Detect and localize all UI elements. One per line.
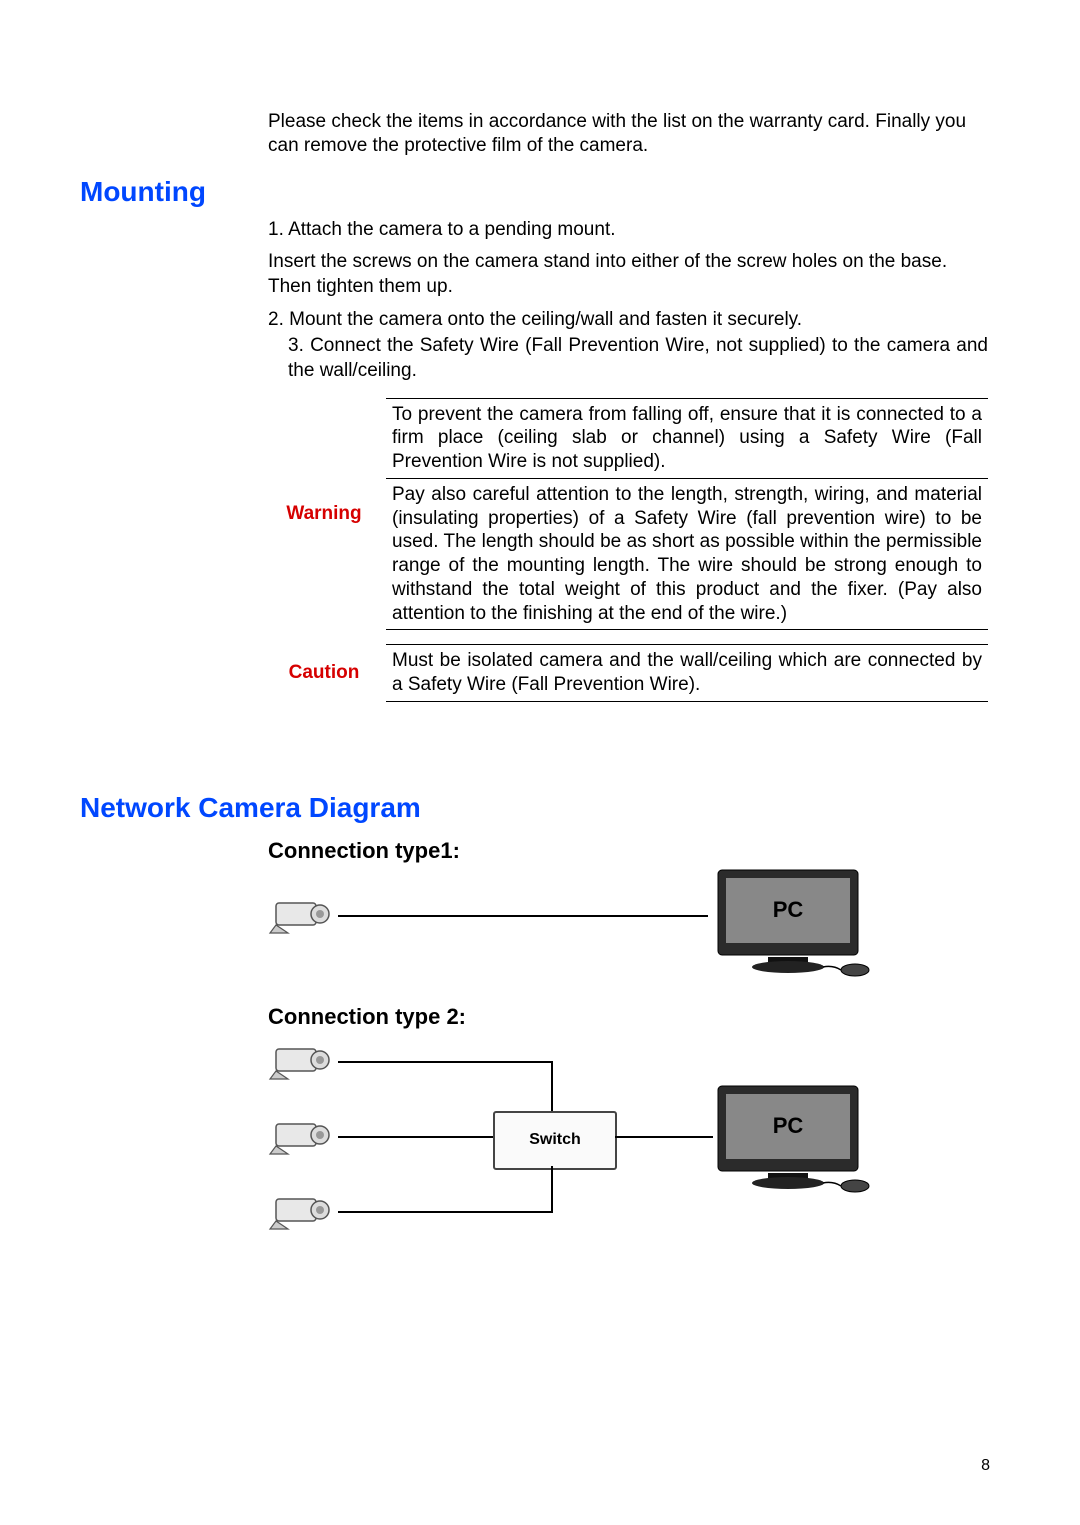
connection-line bbox=[551, 1166, 553, 1213]
mounting-body: 1. Attach the camera to a pending mount.… bbox=[268, 218, 988, 384]
switch-box: Switch bbox=[493, 1111, 617, 1170]
connection-line bbox=[338, 915, 708, 917]
camera-icon bbox=[268, 1116, 338, 1158]
mounting-heading: Mounting bbox=[80, 176, 1000, 208]
caution-row-1: Must be isolated camera and the wall/cei… bbox=[386, 645, 988, 702]
step-1: 1. Attach the camera to a pending mount. bbox=[268, 218, 988, 243]
warning-row-2: Pay also careful attention to the length… bbox=[386, 478, 988, 630]
page-number: 8 bbox=[981, 1457, 990, 1475]
connection-type-2-heading: Connection type 2: bbox=[268, 1004, 1000, 1030]
diagram-type-1: PC bbox=[268, 870, 988, 990]
pc-icon: PC bbox=[713, 1081, 873, 1196]
switch-label: Switch bbox=[529, 1131, 581, 1149]
step-2: 2. Mount the camera onto the ceiling/wal… bbox=[268, 308, 988, 333]
insert-screws-paragraph: Insert the screws on the camera stand in… bbox=[268, 250, 988, 299]
pc-label-text: PC bbox=[773, 1113, 804, 1138]
pc-label-text: PC bbox=[773, 897, 804, 922]
intro-paragraph: Please check the items in accordance wit… bbox=[268, 110, 988, 158]
connection-line bbox=[338, 1136, 493, 1138]
camera-icon bbox=[268, 895, 338, 937]
connection-line bbox=[338, 1061, 553, 1063]
warning-label: Warning bbox=[268, 398, 386, 630]
document-page: Please check the items in accordance wit… bbox=[0, 0, 1080, 1525]
step-3: 3. Connect the Safety Wire (Fall Prevent… bbox=[268, 334, 988, 383]
connection-type-1-heading: Connection type1: bbox=[268, 838, 1000, 864]
diagram-heading: Network Camera Diagram bbox=[80, 792, 1000, 824]
connection-line bbox=[338, 1211, 553, 1213]
connection-line bbox=[615, 1136, 713, 1138]
caution-table: Caution Must be isolated camera and the … bbox=[268, 644, 988, 702]
connection-line bbox=[551, 1061, 553, 1111]
camera-icon bbox=[268, 1041, 338, 1083]
warning-row-1: To prevent the camera from falling off, … bbox=[386, 398, 988, 478]
pc-icon: PC bbox=[713, 865, 873, 980]
warning-table: Warning To prevent the camera from falli… bbox=[268, 398, 988, 631]
diagram-type-2: Switch PC bbox=[268, 1036, 988, 1266]
caution-label: Caution bbox=[268, 645, 386, 702]
camera-icon bbox=[268, 1191, 338, 1233]
